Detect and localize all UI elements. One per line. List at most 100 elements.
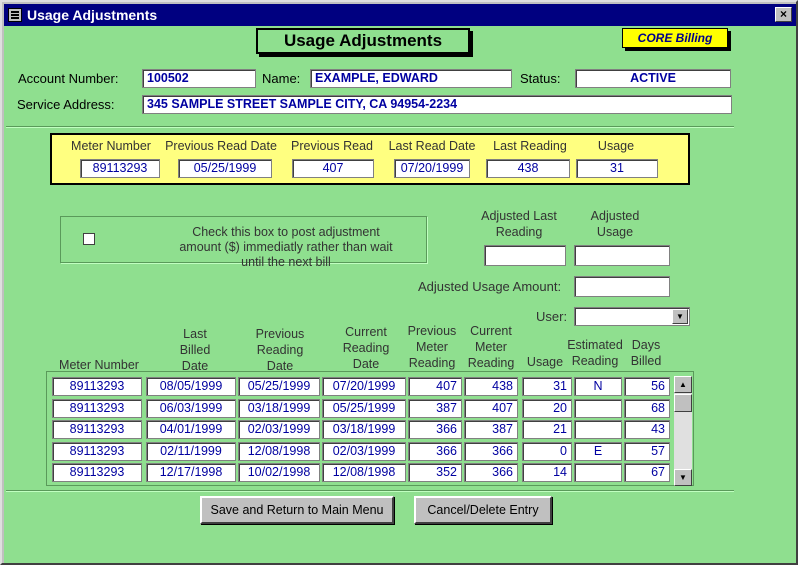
cell-days-billed[interactable]: 56: [624, 377, 670, 396]
cell-previous-meter-reading[interactable]: 407: [408, 377, 462, 396]
name-field[interactable]: EXAMPLE, EDWARD: [310, 69, 512, 88]
adjusted-last-reading-input[interactable]: [484, 245, 566, 266]
usage-header: Usage: [597, 139, 635, 153]
cell-current-reading-date[interactable]: 05/25/1999: [322, 398, 406, 418]
cell-last-billed-date[interactable]: 08/05/1999: [146, 377, 236, 396]
post-immediately-label: Check this box to post adjustment amount…: [179, 225, 393, 269]
cell-previous-reading-date[interactable]: 12/08/1998: [238, 441, 320, 461]
grid-scrollbar[interactable]: ▲ ▼: [674, 376, 692, 486]
form-icon: [8, 8, 22, 22]
cell-current-reading-date[interactable]: 03/18/1999: [322, 420, 406, 439]
cell-estimated-reading[interactable]: [574, 420, 622, 439]
cell-current-reading-date[interactable]: 12/08/1998: [322, 463, 406, 482]
cell-meter-number[interactable]: 89113293: [52, 377, 142, 396]
meter-number-header: Meter Number: [71, 139, 151, 153]
cell-previous-reading-date[interactable]: 03/18/1999: [238, 398, 320, 418]
cell-current-meter-reading[interactable]: 438: [464, 377, 518, 396]
usage-adjustments-window: Usage Adjustments × Usage Adjustments CO…: [0, 0, 798, 565]
service-address-field[interactable]: 345 SAMPLE STREET SAMPLE CITY, CA 94954-…: [142, 95, 732, 114]
save-return-button[interactable]: Save and Return to Main Menu: [200, 496, 394, 524]
cell-current-meter-reading[interactable]: 407: [464, 398, 518, 418]
service-address-label: Service Address:: [17, 97, 115, 112]
cell-last-billed-date[interactable]: 12/17/1998: [146, 463, 236, 482]
account-number-field[interactable]: 100502: [142, 69, 256, 88]
cell-days-billed[interactable]: 43: [624, 420, 670, 439]
cell-previous-meter-reading[interactable]: 366: [408, 441, 462, 461]
cell-usage[interactable]: 0: [522, 441, 572, 461]
cell-current-meter-reading[interactable]: 366: [464, 463, 518, 482]
core-billing-badge: CORE Billing: [622, 28, 728, 48]
cell-estimated-reading[interactable]: E: [574, 441, 622, 461]
cell-previous-reading-date[interactable]: 10/02/1998: [238, 463, 320, 482]
cell-current-meter-reading[interactable]: 366: [464, 441, 518, 461]
cancel-delete-button[interactable]: Cancel/Delete Entry: [414, 496, 552, 524]
col-previous-meter-reading: Previous Meter Reading: [407, 324, 457, 370]
post-adjustment-option: Check this box to post adjustment amount…: [60, 216, 427, 269]
adjusted-usage-input[interactable]: [574, 245, 670, 266]
user-dropdown[interactable]: ▼: [574, 307, 690, 326]
cell-estimated-reading[interactable]: N: [574, 377, 622, 396]
cell-previous-meter-reading[interactable]: 387: [408, 398, 462, 418]
close-button[interactable]: ×: [775, 7, 792, 22]
meter-summary-panel: Meter Number Previous Read Date Previous…: [50, 133, 690, 185]
cell-previous-meter-reading[interactable]: 366: [408, 420, 462, 439]
status-field[interactable]: ACTIVE: [575, 69, 731, 88]
cell-last-billed-date[interactable]: 02/11/1999: [146, 441, 236, 461]
col-last-billed-date: Last Billed Date: [179, 327, 211, 373]
cell-previous-meter-reading[interactable]: 352: [408, 463, 462, 482]
cell-usage[interactable]: 21: [522, 420, 572, 439]
adjusted-usage-amount-input[interactable]: [574, 276, 670, 297]
cell-usage[interactable]: 31: [522, 377, 572, 396]
status-label: Status:: [520, 71, 561, 86]
col-current-reading-date: Current Reading Date: [342, 325, 390, 371]
scroll-up-icon[interactable]: ▲: [674, 376, 692, 393]
post-immediately-checkbox[interactable]: [83, 233, 95, 245]
cell-previous-reading-date[interactable]: 02/03/1999: [238, 420, 320, 439]
previous-read-date-header: Previous Read Date: [165, 139, 277, 153]
window-title: Usage Adjustments: [27, 7, 158, 23]
previous-read-date-field[interactable]: 05/25/1999: [178, 159, 272, 178]
account-number-label: Account Number:: [18, 71, 119, 86]
cell-meter-number[interactable]: 89113293: [52, 441, 142, 461]
cell-last-billed-date[interactable]: 06/03/1999: [146, 398, 236, 418]
title-bar: Usage Adjustments ×: [4, 4, 796, 26]
meter-number-field[interactable]: 89113293: [80, 159, 160, 178]
scroll-thumb[interactable]: [674, 394, 692, 412]
form-body: Usage Adjustments CORE Billing Account N…: [4, 26, 796, 563]
adjusted-last-reading-label: Adjusted Last Reading: [481, 209, 557, 239]
cell-meter-number[interactable]: 89113293: [52, 398, 142, 418]
previous-read-header: Previous Read: [291, 139, 373, 153]
last-reading-field[interactable]: 438: [486, 159, 570, 178]
page-title: Usage Adjustments: [256, 28, 470, 54]
cell-days-billed[interactable]: 68: [624, 398, 670, 418]
cell-usage[interactable]: 14: [522, 463, 572, 482]
scroll-down-icon[interactable]: ▼: [674, 469, 692, 486]
last-read-date-field[interactable]: 07/20/1999: [394, 159, 470, 178]
col-current-meter-reading: Current Meter Reading: [467, 324, 515, 370]
divider: [6, 490, 734, 492]
adjusted-usage-amount-label: Adjusted Usage Amount:: [418, 279, 562, 294]
adjusted-usage-label: Adjusted Usage: [590, 209, 640, 239]
last-reading-header: Last Reading: [493, 139, 567, 153]
cell-days-billed[interactable]: 57: [624, 441, 670, 461]
cell-current-reading-date[interactable]: 02/03/1999: [322, 441, 406, 461]
cell-days-billed[interactable]: 67: [624, 463, 670, 482]
cell-last-billed-date[interactable]: 04/01/1999: [146, 420, 236, 439]
previous-read-field[interactable]: 407: [292, 159, 374, 178]
col-previous-reading-date: Previous Reading Date: [255, 327, 305, 373]
last-read-date-header: Last Read Date: [388, 139, 476, 153]
usage-field[interactable]: 31: [576, 159, 658, 178]
cell-meter-number[interactable]: 89113293: [52, 420, 142, 439]
cell-estimated-reading[interactable]: [574, 463, 622, 482]
cell-current-meter-reading[interactable]: 387: [464, 420, 518, 439]
cell-previous-reading-date[interactable]: 05/25/1999: [238, 377, 320, 396]
dropdown-arrow-icon[interactable]: ▼: [672, 309, 688, 324]
divider: [6, 126, 734, 128]
cell-meter-number[interactable]: 89113293: [52, 463, 142, 482]
col-days-billed: Days Billed: [630, 338, 662, 368]
cell-current-reading-date[interactable]: 07/20/1999: [322, 377, 406, 396]
cell-usage[interactable]: 20: [522, 398, 572, 418]
cell-estimated-reading[interactable]: [574, 398, 622, 418]
name-label: Name:: [262, 71, 301, 86]
user-label: User:: [536, 309, 568, 324]
